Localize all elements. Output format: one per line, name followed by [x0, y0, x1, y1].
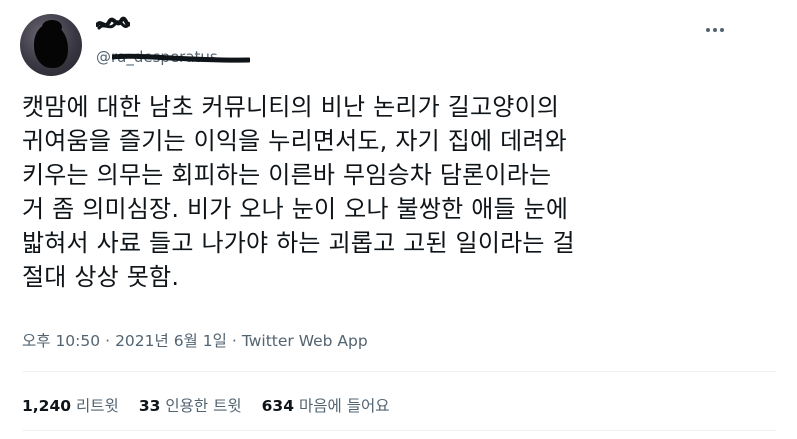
tweet: @ra_desperatus 캣맘에 대한 남초 커뮤니티의 비난 논리가 길고…: [0, 0, 797, 439]
more-horizontal-icon: [706, 28, 710, 32]
display-name-redacted[interactable]: [96, 16, 130, 34]
meta-separator: ·: [105, 332, 111, 350]
divider: [22, 371, 776, 372]
avatar-redaction-top: [42, 20, 62, 34]
name-scribble: [96, 16, 130, 30]
more-options-button[interactable]: [700, 18, 730, 42]
handle-scribble: [110, 53, 252, 63]
quotes-count: 33: [138, 397, 161, 415]
retweets-stat[interactable]: 1,240 리트윗: [22, 394, 119, 416]
meta-separator: ·: [231, 332, 237, 350]
avatar[interactable]: [20, 14, 82, 76]
tweet-date[interactable]: 2021년 6월 1일: [115, 332, 227, 350]
tweet-source[interactable]: Twitter Web App: [242, 332, 368, 350]
quotes-stat[interactable]: 33 인용한 트윗: [139, 394, 242, 416]
tweet-time[interactable]: 오후 10:50: [22, 332, 100, 350]
tweet-metadata: 오후 10:50 · 2021년 6월 1일 · Twitter Web App: [22, 329, 368, 351]
likes-count: 634: [261, 397, 294, 415]
more-horizontal-icon-dot: [720, 28, 724, 32]
tweet-text: 캣맘에 대한 남초 커뮤니티의 비난 논리가 길고양이의 귀여움을 즐기는 이익…: [22, 93, 575, 291]
retweets-label: 리트윗: [76, 397, 119, 415]
likes-stat[interactable]: 634 마음에 들어요: [262, 394, 390, 416]
quotes-label: 인용한 트윗: [165, 397, 242, 415]
likes-label: 마음에 들어요: [298, 397, 390, 415]
more-horizontal-icon-dot: [713, 28, 717, 32]
divider: [22, 430, 776, 431]
tweet-stats: 1,240 리트윗 33 인용한 트윗 634 마음에 들어요: [22, 394, 389, 416]
handle-redaction: [110, 50, 252, 64]
retweets-count: 1,240: [22, 397, 72, 415]
